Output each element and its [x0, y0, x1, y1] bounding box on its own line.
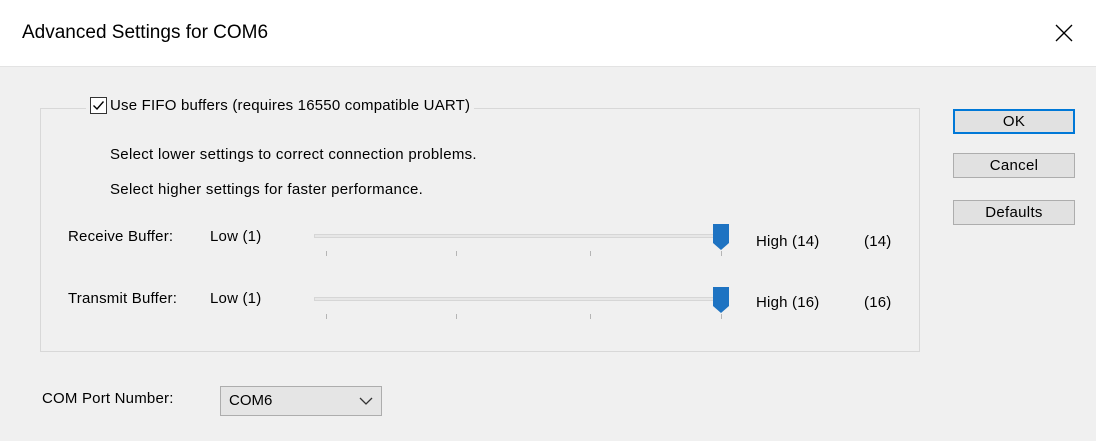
fifo-checkbox-row[interactable]: Use FIFO buffers (requires 16550 compati… — [86, 94, 475, 116]
window-title: Advanced Settings for COM6 — [22, 22, 269, 43]
receive-buffer-label: Receive Buffer: — [68, 228, 174, 245]
receive-low-label: Low (1) — [210, 228, 262, 245]
title-bar[interactable]: Advanced Settings for COM6 — [0, 0, 1096, 67]
receive-current-value: (14) — [864, 233, 892, 250]
receive-slider-tick — [590, 251, 591, 256]
receive-slider-track — [314, 234, 726, 238]
transmit-slider-thumb[interactable] — [713, 287, 729, 313]
advanced-settings-dialog: Advanced Settings for COM6 Use FIFO buff… — [0, 0, 1096, 441]
close-button[interactable] — [1032, 0, 1096, 66]
receive-high-label: High (14) — [756, 233, 820, 250]
receive-slider-tick — [721, 251, 722, 256]
transmit-buffer-label: Transmit Buffer: — [68, 290, 178, 307]
cancel-button[interactable]: Cancel — [953, 153, 1075, 178]
transmit-buffer-slider[interactable] — [314, 287, 729, 327]
fifo-checkbox-label[interactable]: Use FIFO buffers (requires 16550 compati… — [110, 97, 470, 114]
defaults-button[interactable]: Defaults — [953, 200, 1075, 225]
fifo-checkbox[interactable] — [90, 96, 107, 114]
transmit-slider-tick — [326, 314, 327, 319]
chevron-down-icon — [359, 397, 373, 405]
receive-slider-thumb[interactable] — [713, 224, 729, 250]
transmit-low-label: Low (1) — [210, 290, 262, 307]
checkmark-icon — [93, 100, 105, 110]
com-port-label: COM Port Number: — [42, 390, 174, 407]
receive-slider-tick — [326, 251, 327, 256]
info-lower-settings: Select lower settings to correct connect… — [110, 146, 477, 163]
transmit-slider-tick — [456, 314, 457, 319]
transmit-current-value: (16) — [864, 294, 892, 311]
transmit-slider-track — [314, 297, 726, 301]
ok-button[interactable]: OK — [953, 109, 1075, 134]
com-port-select[interactable]: COM6 — [220, 386, 382, 416]
receive-slider-tick — [456, 251, 457, 256]
info-higher-settings: Select higher settings for faster perfor… — [110, 181, 424, 198]
receive-buffer-slider[interactable] — [314, 224, 729, 264]
transmit-slider-tick — [721, 314, 722, 319]
close-icon — [1055, 24, 1073, 42]
transmit-slider-tick — [590, 314, 591, 319]
transmit-high-label: High (16) — [756, 294, 820, 311]
com-port-value: COM6 — [229, 392, 273, 409]
